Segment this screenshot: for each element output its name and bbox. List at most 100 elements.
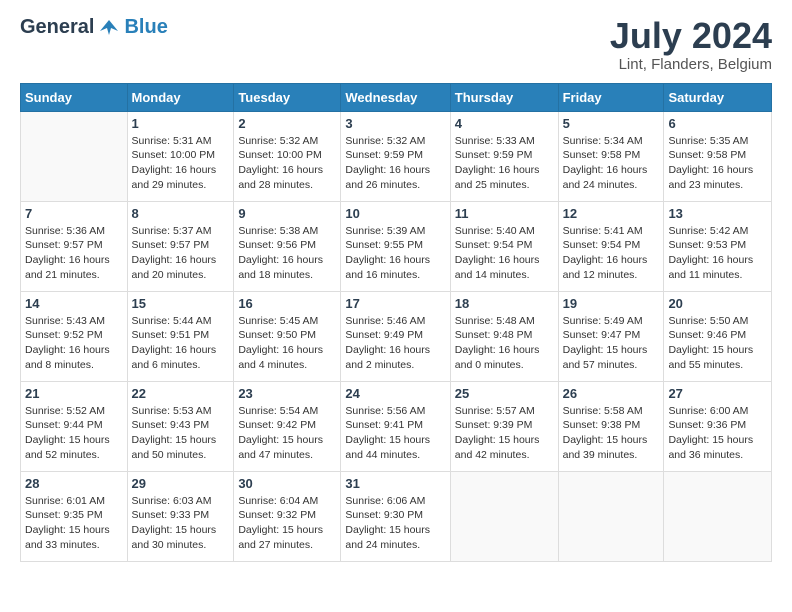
day-info: Sunrise: 5:32 AM Sunset: 9:59 PM Dayligh… [345,134,445,193]
day-info: Sunrise: 5:57 AM Sunset: 9:39 PM Dayligh… [455,404,554,463]
day-number: 28 [25,476,123,491]
weekday-header-monday: Monday [127,83,234,111]
day-number: 30 [238,476,336,491]
calendar-cell: 7Sunrise: 5:36 AM Sunset: 9:57 PM Daylig… [21,201,128,291]
logo-general-text: General [20,16,94,39]
day-number: 22 [132,386,230,401]
day-info: Sunrise: 5:32 AM Sunset: 10:00 PM Daylig… [238,134,336,193]
day-info: Sunrise: 5:37 AM Sunset: 9:57 PM Dayligh… [132,224,230,283]
day-number: 20 [668,296,767,311]
day-number: 25 [455,386,554,401]
day-number: 1 [132,116,230,131]
calendar-cell: 4 Sunrise: 5:33 AM Sunset: 9:59 PM Daylig… [450,111,558,201]
day-number: 8 [132,206,230,221]
day-info: Sunrise: 5:40 AM Sunset: 9:54 PM Dayligh… [455,224,554,283]
day-number: 15 [132,296,230,311]
day-info: Sunrise: 5:48 AM Sunset: 9:48 PM Dayligh… [455,314,554,373]
calendar-cell: 31 Sunrise: 6:06 AM Sunset: 9:30 PM Dayli… [341,471,450,561]
day-number: 19 [563,296,660,311]
calendar-cell: 28Sunrise: 6:01 AM Sunset: 9:35 PM Dayli… [21,471,128,561]
day-number: 17 [345,296,445,311]
weekday-header-row: SundayMondayTuesdayWednesdayThursdayFrid… [21,83,772,111]
day-info: Sunrise: 6:03 AM Sunset: 9:33 PM Dayligh… [132,494,230,553]
day-info: Sunrise: 5:46 AM Sunset: 9:49 PM Dayligh… [345,314,445,373]
calendar-cell [450,471,558,561]
calendar-cell: 22 Sunrise: 5:53 AM Sunset: 9:43 PM Dayli… [127,381,234,471]
day-info: Sunrise: 5:43 AM Sunset: 9:52 PM Dayligh… [25,314,123,373]
day-number: 2 [238,116,336,131]
day-info: Sunrise: 5:52 AM Sunset: 9:44 PM Dayligh… [25,404,123,463]
day-info: Sunrise: 5:44 AM Sunset: 9:51 PM Dayligh… [132,314,230,373]
day-info: Sunrise: 5:58 AM Sunset: 9:38 PM Dayligh… [563,404,660,463]
day-number: 5 [563,116,660,131]
day-number: 27 [668,386,767,401]
calendar-cell: 25 Sunrise: 5:57 AM Sunset: 9:39 PM Dayli… [450,381,558,471]
day-number: 18 [455,296,554,311]
calendar-cell: 23Sunrise: 5:54 AM Sunset: 9:42 PM Dayli… [234,381,341,471]
calendar-cell: 15 Sunrise: 5:44 AM Sunset: 9:51 PM Dayli… [127,291,234,381]
calendar-cell [21,111,128,201]
calendar-cell: 14 Sunrise: 5:43 AM Sunset: 9:52 PM Dayli… [21,291,128,381]
weekday-header-sunday: Sunday [21,83,128,111]
day-number: 10 [345,206,445,221]
title-block: July 2024 Lint, Flanders, Belgium [610,16,772,73]
day-info: Sunrise: 5:42 AM Sunset: 9:53 PM Dayligh… [668,224,767,283]
weekday-header-saturday: Saturday [664,83,772,111]
day-info: Sunrise: 5:31 AM Sunset: 10:00 PM Daylig… [132,134,230,193]
day-info: Sunrise: 5:34 AM Sunset: 9:58 PM Dayligh… [563,134,660,193]
calendar-week-row: 21Sunrise: 5:52 AM Sunset: 9:44 PM Dayli… [21,381,772,471]
day-number: 11 [455,206,554,221]
day-info: Sunrise: 5:39 AM Sunset: 9:55 PM Dayligh… [345,224,445,283]
calendar-week-row: 7Sunrise: 5:36 AM Sunset: 9:57 PM Daylig… [21,201,772,291]
calendar-cell: 29 Sunrise: 6:03 AM Sunset: 9:33 PM Dayli… [127,471,234,561]
day-info: Sunrise: 5:50 AM Sunset: 9:46 PM Dayligh… [668,314,767,373]
day-info: Sunrise: 5:49 AM Sunset: 9:47 PM Dayligh… [563,314,660,373]
calendar-cell: 3 Sunrise: 5:32 AM Sunset: 9:59 PM Daylig… [341,111,450,201]
weekday-header-thursday: Thursday [450,83,558,111]
day-info: Sunrise: 5:35 AM Sunset: 9:58 PM Dayligh… [668,134,767,193]
calendar-cell: 10 Sunrise: 5:39 AM Sunset: 9:55 PM Dayli… [341,201,450,291]
calendar-cell: 19 Sunrise: 5:49 AM Sunset: 9:47 PM Dayli… [558,291,664,381]
calendar-cell: 16 Sunrise: 5:45 AM Sunset: 9:50 PM Dayli… [234,291,341,381]
day-info: Sunrise: 5:33 AM Sunset: 9:59 PM Dayligh… [455,134,554,193]
day-number: 4 [455,116,554,131]
day-info: Sunrise: 5:45 AM Sunset: 9:50 PM Dayligh… [238,314,336,373]
day-number: 3 [345,116,445,131]
weekday-header-wednesday: Wednesday [341,83,450,111]
calendar-week-row: 14 Sunrise: 5:43 AM Sunset: 9:52 PM Dayli… [21,291,772,381]
day-info: Sunrise: 5:56 AM Sunset: 9:41 PM Dayligh… [345,404,445,463]
day-number: 31 [345,476,445,491]
day-number: 12 [563,206,660,221]
calendar-cell: 21Sunrise: 5:52 AM Sunset: 9:44 PM Dayli… [21,381,128,471]
day-number: 26 [563,386,660,401]
day-number: 7 [25,206,123,221]
weekday-header-tuesday: Tuesday [234,83,341,111]
day-number: 16 [238,296,336,311]
calendar-cell: 27 Sunrise: 6:00 AM Sunset: 9:36 PM Dayli… [664,381,772,471]
day-number: 9 [238,206,336,221]
day-number: 14 [25,296,123,311]
logo-blue-text: Blue [124,16,167,39]
calendar-table: SundayMondayTuesdayWednesdayThursdayFrid… [20,83,772,562]
day-info: Sunrise: 6:00 AM Sunset: 9:36 PM Dayligh… [668,404,767,463]
calendar-cell: 13 Sunrise: 5:42 AM Sunset: 9:53 PM Dayli… [664,201,772,291]
day-number: 6 [668,116,767,131]
calendar-cell [664,471,772,561]
day-number: 24 [345,386,445,401]
month-title: July 2024 [610,16,772,56]
day-info: Sunrise: 5:38 AM Sunset: 9:56 PM Dayligh… [238,224,336,283]
calendar-week-row: 28Sunrise: 6:01 AM Sunset: 9:35 PM Dayli… [21,471,772,561]
day-info: Sunrise: 6:06 AM Sunset: 9:30 PM Dayligh… [345,494,445,553]
calendar-cell: 24 Sunrise: 5:56 AM Sunset: 9:41 PM Dayli… [341,381,450,471]
day-info: Sunrise: 5:41 AM Sunset: 9:54 PM Dayligh… [563,224,660,283]
day-number: 13 [668,206,767,221]
day-info: Sunrise: 5:53 AM Sunset: 9:43 PM Dayligh… [132,404,230,463]
calendar-cell: 2 Sunrise: 5:32 AM Sunset: 10:00 PM Dayli… [234,111,341,201]
day-info: Sunrise: 5:54 AM Sunset: 9:42 PM Dayligh… [238,404,336,463]
day-number: 29 [132,476,230,491]
weekday-header-friday: Friday [558,83,664,111]
page-header: General Blue July 2024 Lint, Flanders, B… [20,16,772,73]
calendar-cell: 1 Sunrise: 5:31 AM Sunset: 10:00 PM Dayli… [127,111,234,201]
calendar-cell: 17 Sunrise: 5:46 AM Sunset: 9:49 PM Dayli… [341,291,450,381]
day-info: Sunrise: 6:04 AM Sunset: 9:32 PM Dayligh… [238,494,336,553]
